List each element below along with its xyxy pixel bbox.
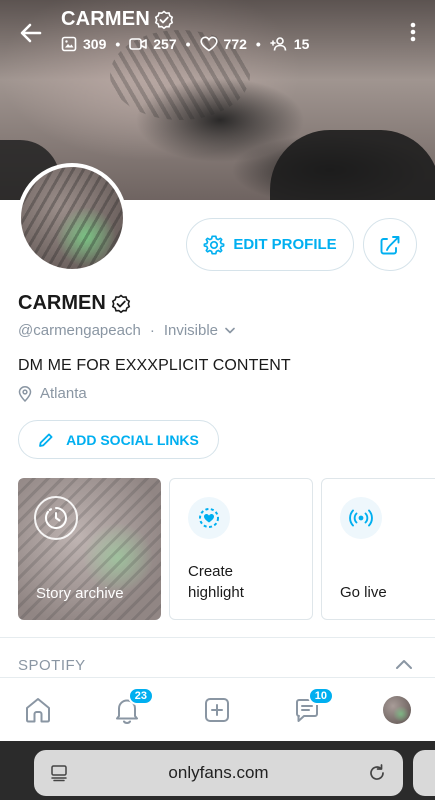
add-social-links-button[interactable]: ADD SOCIAL LINKS — [18, 420, 219, 459]
gear-icon — [203, 234, 225, 255]
profile-name-text: CARMEN — [18, 292, 106, 314]
online-status-dropdown[interactable]: Invisible — [164, 322, 235, 339]
nav-messages[interactable]: 10 — [290, 687, 334, 727]
location-text: Atlanta — [40, 385, 87, 402]
share-icon — [380, 235, 400, 254]
location-pin-icon — [18, 385, 32, 402]
nav-avatar — [383, 696, 411, 724]
videos-stat: 257 — [129, 36, 177, 52]
address-bar[interactable]: onlyfans.com — [34, 750, 403, 796]
live-icon-bg — [340, 497, 382, 539]
header-title: CARMEN — [61, 8, 174, 31]
handle-separator: · — [149, 322, 155, 339]
story-archive-label: Story archive — [36, 585, 124, 602]
story-archive-card[interactable]: Story archive — [18, 478, 161, 620]
pencil-icon — [39, 433, 53, 447]
section-divider — [0, 637, 435, 638]
profile-bio: DM ME FOR EXXXPLICIT CONTENT — [18, 357, 291, 374]
story-archive-icon-ring — [34, 496, 78, 540]
spotify-section-title: SPOTIFY — [18, 657, 86, 674]
back-arrow-icon[interactable] — [18, 20, 44, 46]
profile-handle: @carmengapeach — [18, 322, 141, 339]
photos-count: 309 — [83, 36, 107, 52]
more-vertical-icon[interactable] — [409, 20, 417, 44]
stat-separator: • — [185, 36, 191, 52]
home-icon — [26, 698, 50, 723]
reload-icon[interactable] — [367, 763, 387, 783]
go-live-card[interactable]: Go live — [321, 478, 435, 620]
profile-location: Atlanta — [18, 385, 87, 402]
share-button[interactable] — [363, 218, 417, 271]
header-stats: 309 • 257 • 772 • 15 — [61, 36, 309, 52]
verified-icon — [154, 9, 174, 29]
photos-stat: 309 — [61, 36, 106, 52]
add-square-icon — [205, 698, 229, 722]
header-name: CARMEN — [61, 8, 150, 30]
avatar-texture — [21, 167, 123, 269]
stat-separator: • — [115, 36, 121, 52]
likes-stat: 772 — [199, 36, 247, 52]
next-tab-preview[interactable] — [413, 750, 435, 796]
profile-name: CARMEN — [18, 292, 131, 315]
notifications-badge: 23 — [127, 687, 154, 705]
profile-avatar[interactable] — [17, 163, 127, 273]
video-icon — [129, 38, 148, 50]
nav-home[interactable] — [21, 693, 55, 727]
chevron-up-icon[interactable] — [395, 658, 413, 670]
cover-dark-clothing — [270, 130, 435, 200]
online-status-label: Invisible — [163, 322, 219, 339]
history-clock-icon — [44, 507, 67, 529]
heart-icon — [199, 36, 218, 52]
stat-separator: • — [255, 36, 261, 52]
chevron-down-icon — [225, 327, 235, 334]
messages-badge: 10 — [307, 687, 334, 705]
browser-bar: onlyfans.com — [0, 741, 435, 800]
handle-row: @carmengapeach · Invisible — [18, 322, 235, 339]
subscribers-stat: 15 — [269, 36, 310, 52]
highlight-heart-icon — [199, 508, 219, 528]
subscribers-count: 15 — [293, 36, 310, 52]
bottom-navigation: 23 10 — [0, 677, 435, 741]
tabs-icon[interactable] — [50, 764, 68, 782]
nav-notifications[interactable]: 23 — [110, 687, 154, 727]
nav-profile[interactable] — [380, 693, 414, 727]
add-social-links-label: ADD SOCIAL LINKS — [66, 431, 199, 448]
create-highlight-label: Create highlight — [188, 563, 244, 601]
user-plus-icon — [269, 37, 287, 51]
highlight-icon-bg — [188, 497, 230, 539]
videos-count: 257 — [153, 36, 177, 52]
broadcast-icon — [349, 509, 373, 527]
edit-profile-button[interactable]: EDIT PROFILE — [186, 218, 354, 271]
likes-count: 772 — [223, 36, 247, 52]
verified-icon — [111, 293, 130, 313]
url-text: onlyfans.com — [168, 763, 269, 782]
top-bar: CARMEN 309 • 257 • 772 • 15 — [0, 0, 435, 70]
create-highlight-card[interactable]: Create highlight — [169, 478, 313, 620]
image-icon — [61, 36, 77, 52]
nav-add-post[interactable] — [200, 693, 234, 727]
go-live-label: Go live — [340, 584, 387, 601]
edit-profile-label: EDIT PROFILE — [233, 236, 337, 253]
